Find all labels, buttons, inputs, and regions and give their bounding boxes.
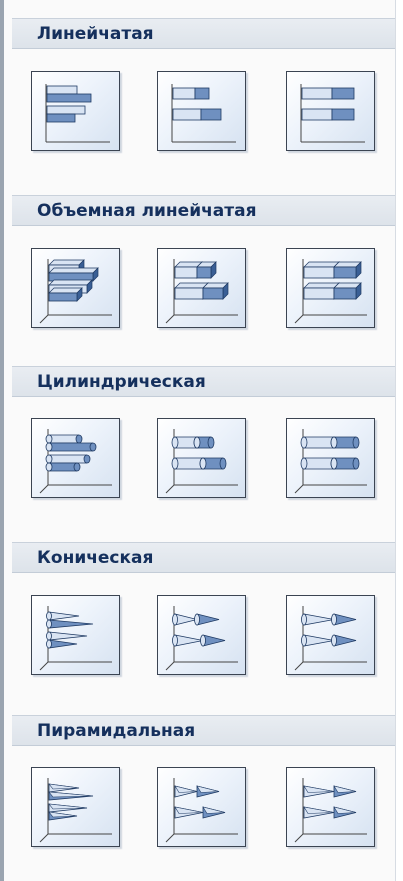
section-header-bar: Линейчатая — [12, 18, 395, 49]
section-header-3d-bar: Объемная линейчатая — [12, 195, 395, 226]
3d-clustered-bar-chart-icon — [39, 259, 112, 324]
clustered-pyramid-bar-chart-icon — [39, 778, 112, 843]
clustered-bar-chart-icon — [45, 84, 110, 143]
chart-option-clustered-cone[interactable] — [31, 595, 120, 675]
gallery-scrollbar-track[interactable] — [396, 0, 403, 881]
section-title: Пирамидальная — [37, 721, 196, 741]
clustered-cone-bar-chart-icon — [39, 606, 112, 671]
stacked-pyramid-bar-chart-icon — [165, 778, 238, 843]
chart-option-stacked-cylinder[interactable] — [157, 418, 246, 498]
chart-option-stacked-pyramid[interactable] — [157, 767, 246, 847]
chart-option-stacked-bar[interactable] — [157, 71, 246, 151]
section-header-pyramid: Пирамидальная — [12, 715, 395, 746]
chart-option-100-stacked-bar[interactable] — [286, 71, 375, 151]
chart-option-clustered-bar[interactable] — [31, 71, 120, 151]
chart-option-3d-100-stacked-bar[interactable] — [286, 248, 375, 328]
100-stacked-bar-chart-icon — [300, 84, 365, 143]
section-header-cylinder: Цилиндрическая — [12, 366, 395, 397]
100-stacked-cone-bar-chart-icon — [294, 606, 367, 671]
section-title: Объемная линейчатая — [37, 201, 257, 221]
chart-option-3d-clustered-bar[interactable] — [31, 248, 120, 328]
chart-option-stacked-cone[interactable] — [157, 595, 246, 675]
section-header-cone: Коническая — [12, 542, 395, 573]
chart-option-100-stacked-pyramid[interactable] — [286, 767, 375, 847]
stacked-cone-bar-chart-icon — [165, 606, 238, 671]
section-title: Коническая — [37, 548, 154, 568]
clustered-cylinder-bar-chart-icon — [39, 429, 112, 494]
section-title: Линейчатая — [37, 24, 154, 44]
100-stacked-pyramid-bar-chart-icon — [294, 778, 367, 843]
gallery-left-border — [0, 0, 4, 881]
chart-option-100-stacked-cone[interactable] — [286, 595, 375, 675]
stacked-bar-chart-icon — [171, 84, 236, 143]
3d-stacked-bar-chart-icon — [165, 259, 238, 324]
chart-option-100-stacked-cylinder[interactable] — [286, 418, 375, 498]
chart-option-clustered-cylinder[interactable] — [31, 418, 120, 498]
stacked-cylinder-bar-chart-icon — [165, 429, 238, 494]
chart-type-gallery: Линейчатая Объемная линейчатая Цилиндрич… — [0, 0, 403, 881]
chart-option-clustered-pyramid[interactable] — [31, 767, 120, 847]
100-stacked-cylinder-bar-chart-icon — [294, 429, 367, 494]
3d-100-stacked-bar-chart-icon — [294, 259, 367, 324]
chart-option-3d-stacked-bar[interactable] — [157, 248, 246, 328]
section-title: Цилиндрическая — [37, 372, 206, 392]
